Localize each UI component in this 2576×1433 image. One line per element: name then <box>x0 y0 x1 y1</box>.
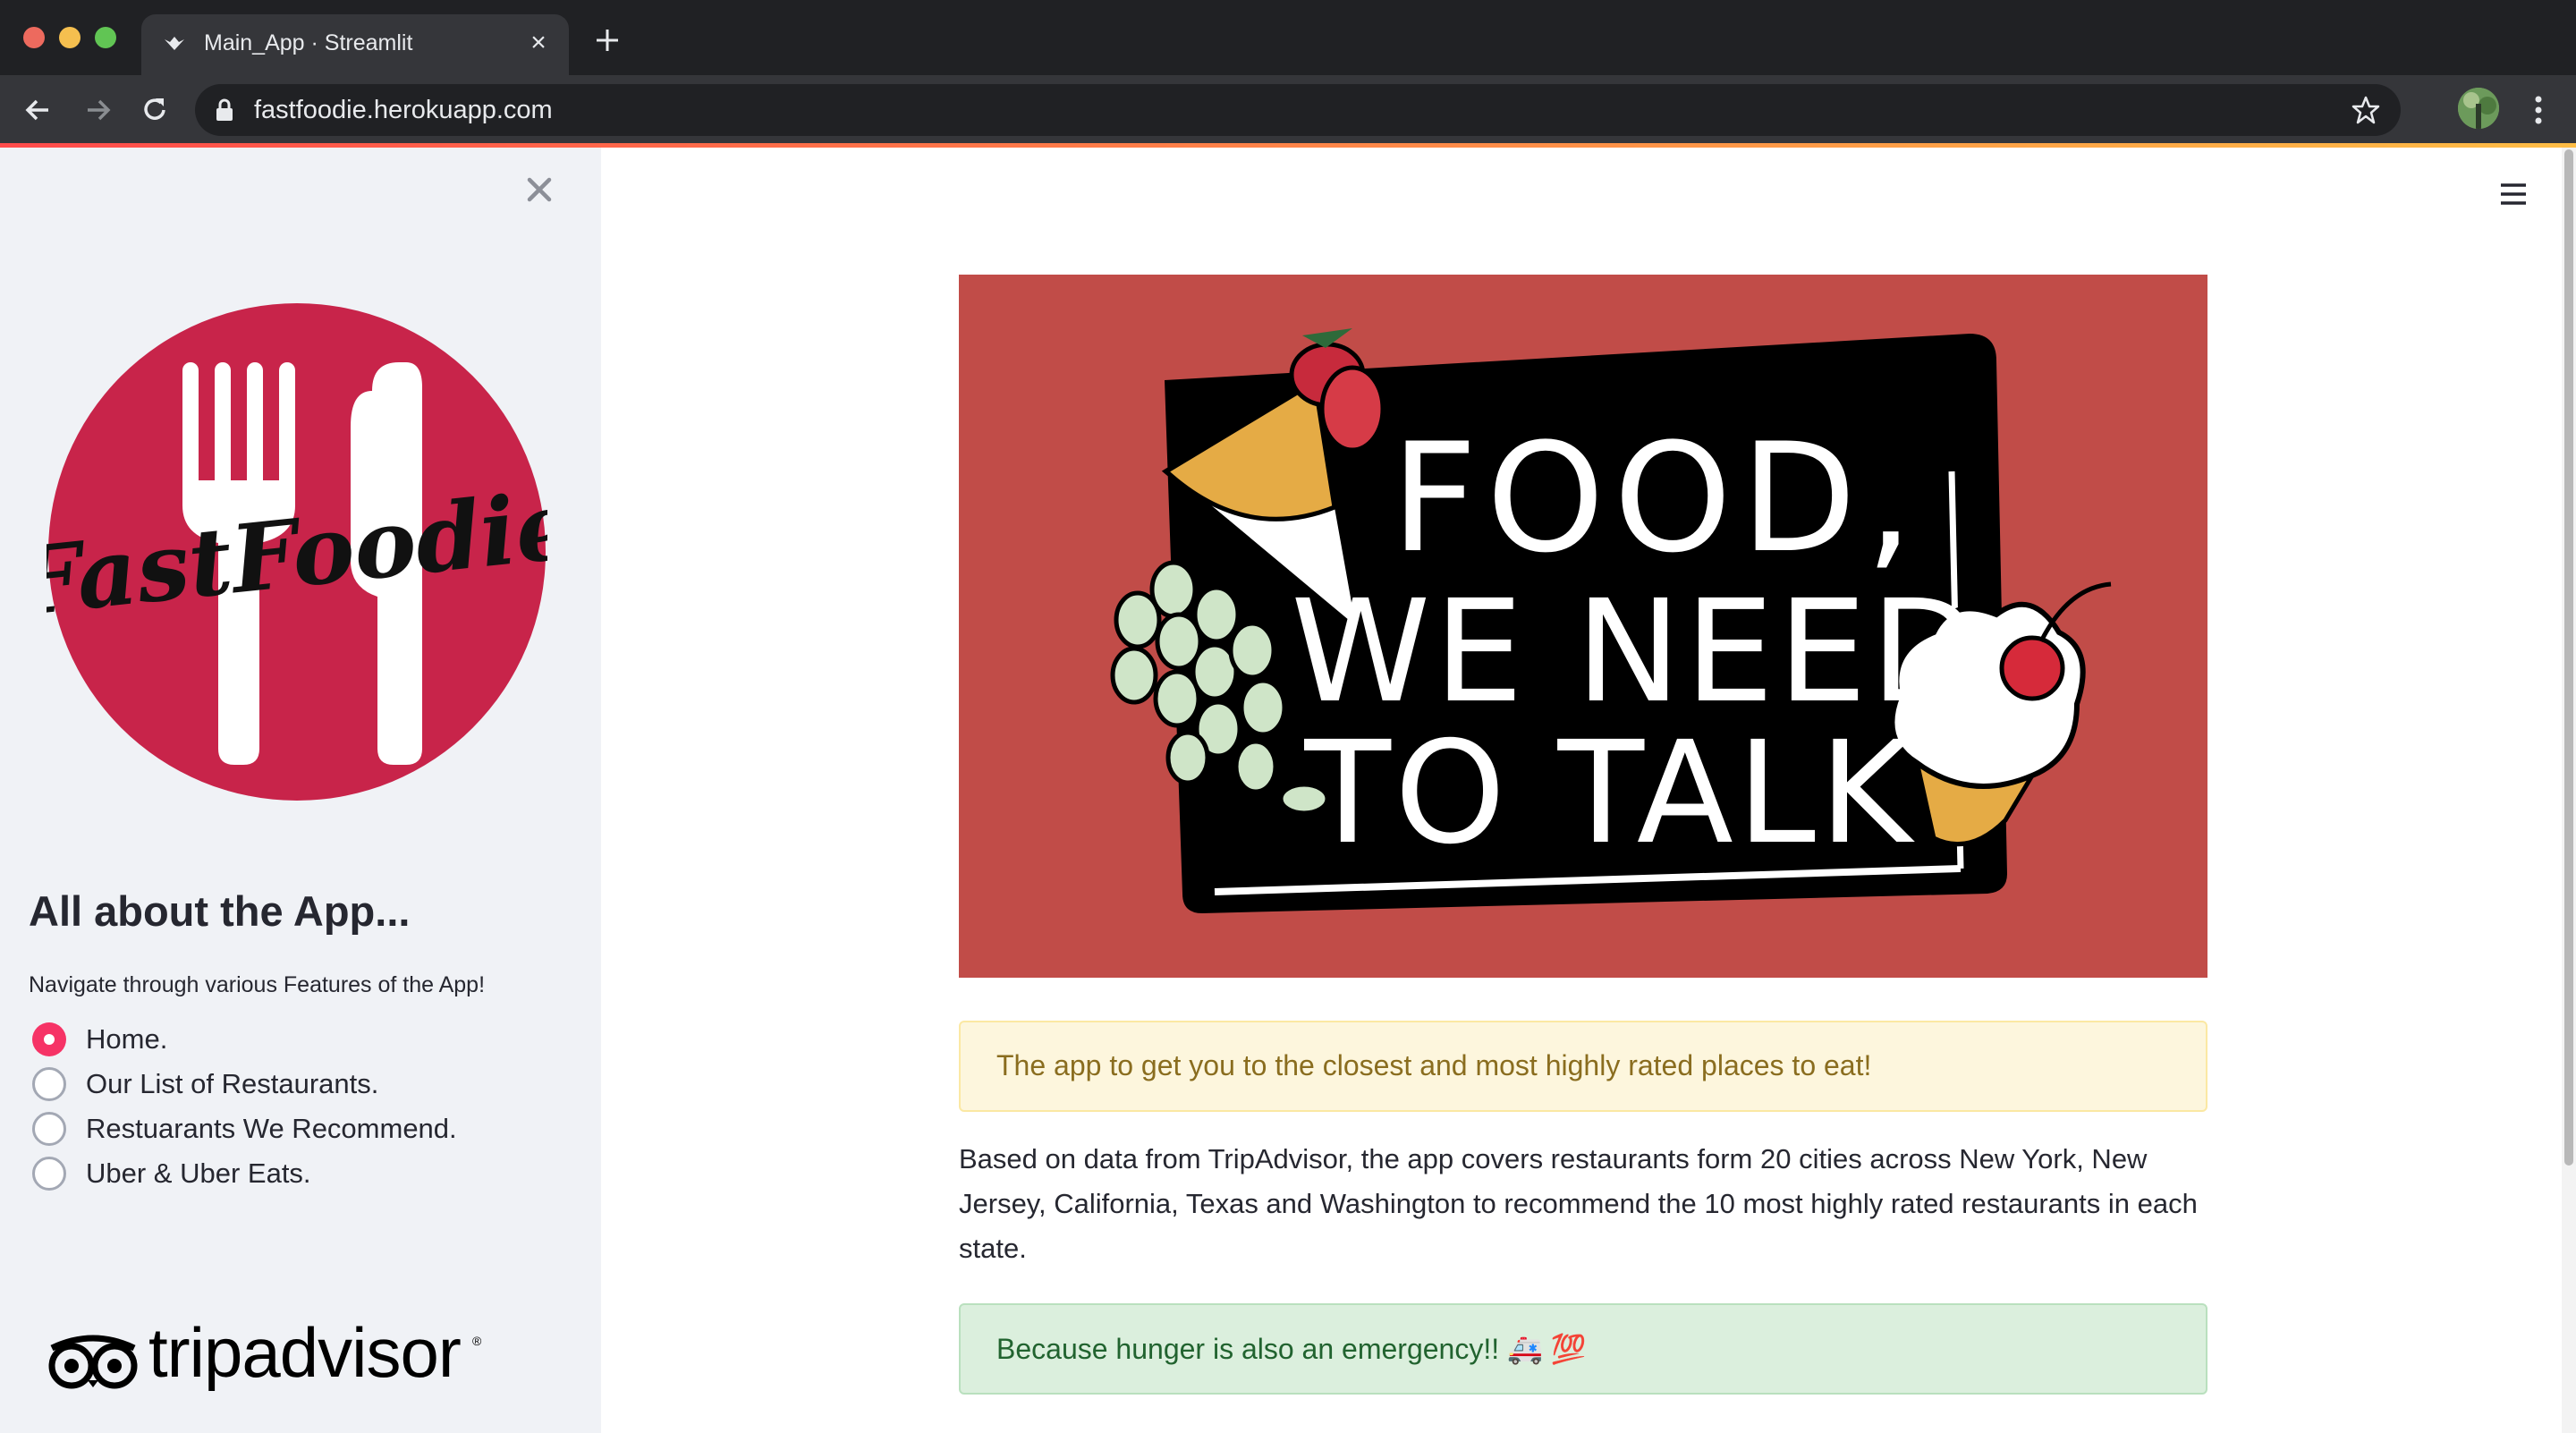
forward-arrow-icon[interactable] <box>79 91 116 129</box>
tab-close-icon[interactable]: × <box>524 29 553 57</box>
radio-button-selected[interactable] <box>32 1022 66 1056</box>
browser-chrome: Main_App · Streamlit × fastfoodie.heroku… <box>0 0 2576 145</box>
food-we-need-to-talk-illustration: FOOD, WE NEED TO TALK <box>959 275 2207 978</box>
window-minimize-button[interactable] <box>59 27 80 48</box>
hero-line-3: TO TALK <box>1303 711 1915 876</box>
sidebar-heading: All about the App... <box>29 887 411 935</box>
hero-line-2: WE NEED <box>1291 570 1983 734</box>
sidebar-close-icon[interactable] <box>522 173 556 207</box>
streamlit-favicon-icon <box>165 37 184 50</box>
lock-icon <box>216 98 233 121</box>
radio-label: Restuarants We Recommend. <box>86 1113 457 1144</box>
radio-option-home[interactable]: Home. <box>29 1015 565 1060</box>
registered-mark: ® <box>472 1334 482 1348</box>
tripadvisor-owl-icon <box>48 1335 138 1389</box>
radio-label: Uber & Uber Eats. <box>86 1157 311 1189</box>
radio-option-restaurants-list[interactable]: Our List of Restaurants. <box>29 1060 565 1105</box>
radio-option-recommendations[interactable]: Restuarants We Recommend. <box>29 1105 565 1149</box>
avatar-photo-icon <box>2458 88 2499 129</box>
warning-alert-text: The app to get you to the closest and mo… <box>996 1049 1872 1081</box>
tab-strip: Main_App · Streamlit × <box>0 0 2576 75</box>
bookmark-star-icon[interactable] <box>2351 95 2381 125</box>
hamburger-menu-icon[interactable] <box>2499 182 2528 207</box>
window-close-button[interactable] <box>23 27 45 48</box>
tab-title: Main_App · Streamlit <box>204 30 413 55</box>
new-tab-icon[interactable] <box>592 25 623 55</box>
hero-image: FOOD, WE NEED TO TALK <box>959 275 2207 978</box>
tripadvisor-wordmark: tripadvisor <box>148 1313 462 1392</box>
success-alert-text: Because hunger is also an emergency!! 🚑 … <box>996 1333 1587 1365</box>
page-scrollbar[interactable] <box>2562 148 2576 1433</box>
radio-button[interactable] <box>32 1067 66 1101</box>
tripadvisor-logo: tripadvisor ® <box>47 1312 512 1402</box>
address-bar[interactable]: fastfoodie.herokuapp.com <box>195 84 2401 136</box>
sidebar-caption: Navigate through various Features of the… <box>29 972 486 997</box>
hero-line-1: FOOD, <box>1391 411 1922 586</box>
browser-menu-icon[interactable] <box>2524 91 2553 129</box>
fastfoodie-logo: FastFoodie <box>47 303 547 801</box>
scrollbar-thumb[interactable] <box>2564 149 2573 1166</box>
sidebar: FastFoodie All about the App... Navigate… <box>0 148 601 1433</box>
success-alert: Because hunger is also an emergency!! 🚑 … <box>959 1303 2207 1395</box>
url-text: fastfoodie.herokuapp.com <box>254 96 553 124</box>
browser-toolbar: fastfoodie.herokuapp.com <box>0 75 2576 145</box>
reload-icon[interactable] <box>136 91 174 129</box>
browser-tab-active[interactable]: Main_App · Streamlit × <box>141 14 569 75</box>
description-paragraph: Based on data from TripAdvisor, the app … <box>959 1143 2198 1264</box>
radio-option-uber[interactable]: Uber & Uber Eats. <box>29 1149 565 1194</box>
radio-button[interactable] <box>32 1157 66 1191</box>
navigation-radio-group: Home. Our List of Restaurants. Restuaran… <box>29 1015 565 1194</box>
main-content: FOOD, WE NEED TO TALK The app to get you… <box>601 148 2576 1433</box>
radio-label: Home. <box>86 1023 168 1055</box>
radio-label: Our List of Restaurants. <box>86 1068 379 1099</box>
warning-alert: The app to get you to the closest and mo… <box>959 1021 2207 1112</box>
profile-avatar[interactable] <box>2458 88 2499 129</box>
window-zoom-button[interactable] <box>95 27 116 48</box>
radio-button[interactable] <box>32 1112 66 1146</box>
back-arrow-icon[interactable] <box>20 91 57 129</box>
